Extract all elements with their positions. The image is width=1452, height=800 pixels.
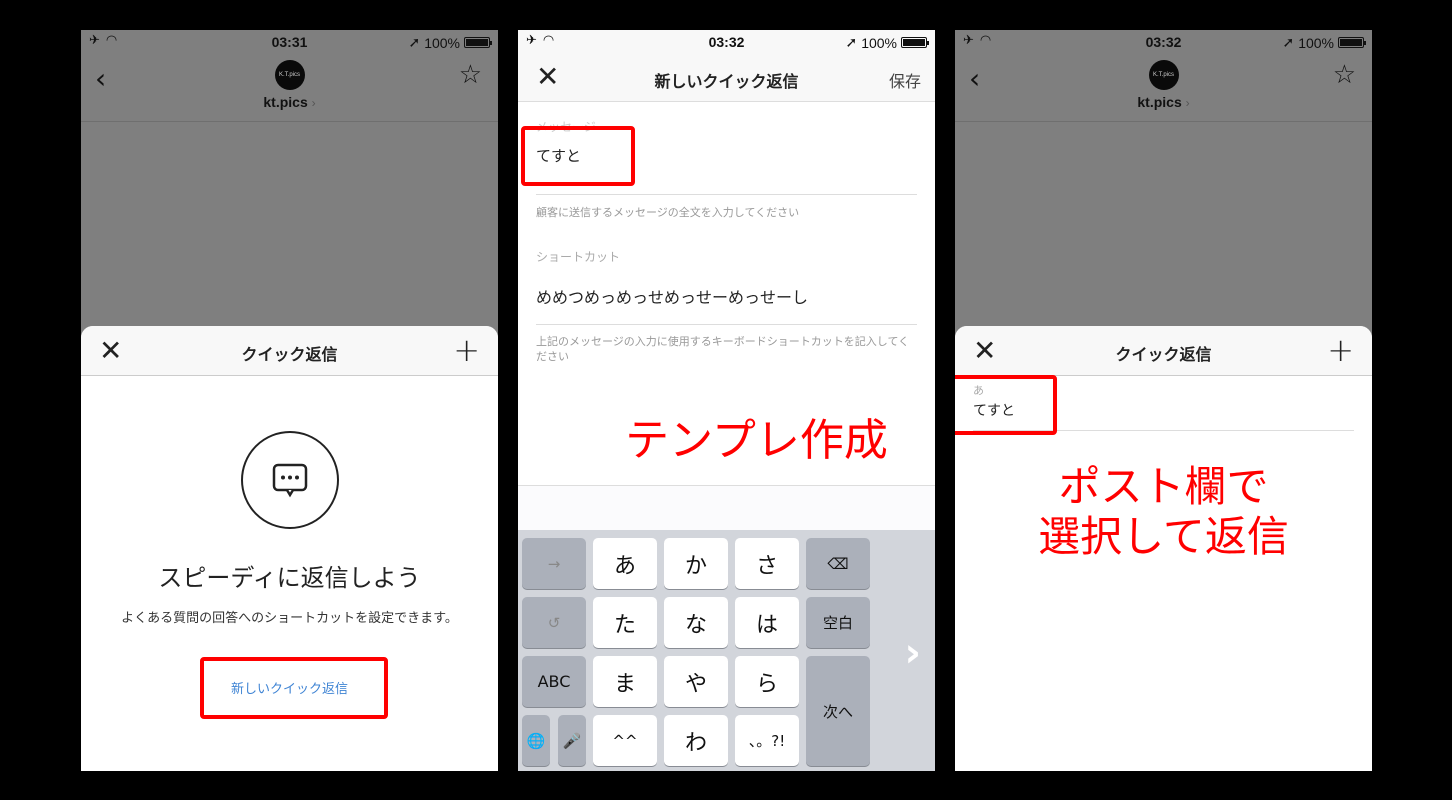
username[interactable]: kt.pics › xyxy=(81,94,498,110)
username-text: kt.pics xyxy=(263,94,308,110)
shortcut-input[interactable]: めめつめっめっせめっせーめっせーし xyxy=(536,284,808,308)
save-button[interactable]: 保存 xyxy=(889,68,921,92)
key-ha[interactable]: は xyxy=(735,597,799,648)
star-icon[interactable]: ☆ xyxy=(459,60,482,90)
username-text: kt.pics xyxy=(1137,94,1182,110)
location-icon: ➚ xyxy=(1282,34,1295,50)
sheet-header: ✕ クイック返信 + xyxy=(81,326,498,376)
status-bar: ✈ ◠ 03:32 ➚ 100% xyxy=(955,30,1372,54)
sheet-title: クイック返信 xyxy=(241,345,338,364)
key-emoticon[interactable]: ^^ xyxy=(593,715,657,766)
username[interactable]: kt.pics › xyxy=(955,94,1372,110)
highlight-box xyxy=(200,657,388,719)
key-undo[interactable]: ↺ xyxy=(522,597,586,648)
profile-header: ‹ K.T.pics kt.pics › ☆ xyxy=(955,54,1372,122)
status-bar: ✈ ◠ 03:31 ➚ 100% xyxy=(81,30,498,54)
key-next[interactable]: 次へ xyxy=(806,656,870,766)
key-sa[interactable]: さ xyxy=(735,538,799,589)
empty-description: よくある質問の回答へのショートカットを設定できます。 xyxy=(121,611,458,626)
key-na[interactable]: な xyxy=(664,597,728,648)
key-ka[interactable]: か xyxy=(664,538,728,589)
nav-title: 新しいクイック返信 xyxy=(654,72,799,91)
sheet-header: ✕ クイック返信 + xyxy=(955,326,1372,376)
key-a[interactable]: あ xyxy=(593,538,657,589)
battery-percent: 100% xyxy=(861,34,897,51)
highlight-box xyxy=(955,375,1057,435)
battery-percent: 100% xyxy=(1298,34,1334,51)
location-icon: ➚ xyxy=(845,34,858,50)
microphone-icon[interactable]: 🎤 xyxy=(558,715,586,766)
annotation-line2: 選択して返信 xyxy=(1038,512,1289,561)
chevron-right-icon: › xyxy=(311,96,316,110)
chevron-right-icon: › xyxy=(1185,96,1190,110)
location-icon: ➚ xyxy=(408,34,421,50)
back-icon[interactable]: ‹ xyxy=(969,62,980,95)
key-ya[interactable]: や xyxy=(664,656,728,707)
nav-bar: ✕ 新しいクイック返信 保存 xyxy=(518,54,935,102)
screen-new-quick-reply: ✈ ◠ 03:32 ➚ 100% ✕ 新しいクイック返信 保存 メッセージ てすと … xyxy=(518,30,935,771)
shortcut-help: 上記のメッセージの入力に使用するキーボードショートカットを記入してください xyxy=(536,335,910,363)
avatar[interactable]: K.T.pics xyxy=(1148,60,1179,90)
key-arrow-right[interactable]: → xyxy=(522,538,586,589)
screen-quick-reply-list: ✈ ◠ 03:32 ➚ 100% ‹ K.T.pics kt.pics › ☆ ✕ … xyxy=(955,30,1372,771)
divider xyxy=(536,324,917,325)
key-abc[interactable]: ABC xyxy=(522,656,586,707)
status-bar: ✈ ◠ 03:32 ➚ 100% xyxy=(518,30,935,54)
avatar[interactable]: K.T.pics xyxy=(274,60,305,90)
battery-icon xyxy=(901,37,929,48)
add-icon[interactable]: + xyxy=(453,331,480,369)
key-space[interactable]: 空白 xyxy=(806,597,870,648)
star-icon[interactable]: ☆ xyxy=(1333,60,1356,90)
shortcut-label: ショートカット xyxy=(536,250,621,264)
key-ma[interactable]: ま xyxy=(593,656,657,707)
key-ta[interactable]: た xyxy=(593,597,657,648)
highlight-box xyxy=(521,126,635,186)
profile-header: ‹ K.T.pics kt.pics › ☆ xyxy=(81,54,498,122)
key-punctuation[interactable]: 、。?! xyxy=(735,715,799,766)
battery-percent: 100% xyxy=(424,34,460,51)
chat-bubble-icon xyxy=(240,431,339,529)
sheet-title: クイック返信 xyxy=(1115,345,1212,364)
back-icon[interactable]: ‹ xyxy=(95,62,106,95)
add-icon[interactable]: + xyxy=(1327,331,1354,369)
battery-icon xyxy=(464,37,492,48)
keyboard: → あ か さ ⌫ ↺ た な は 空白 ABC ま や ら 次へ 🌐 🎤 ^^… xyxy=(518,530,935,771)
empty-headline: スピーディに返信しよう xyxy=(158,564,421,592)
screen-quick-reply-empty: ✈ ◠ 03:31 ➚ 100% ‹ K.T.pics kt.pics › ☆ ✕ … xyxy=(81,30,498,771)
battery-icon xyxy=(1338,37,1366,48)
keyboard-accessory-bar xyxy=(518,485,935,530)
globe-icon[interactable]: 🌐 xyxy=(522,715,550,766)
annotation-template-create: テンプレ作成 xyxy=(625,415,888,466)
chevron-right-icon[interactable]: › xyxy=(905,630,921,676)
key-wa[interactable]: わ xyxy=(664,715,728,766)
key-delete[interactable]: ⌫ xyxy=(806,538,870,589)
message-help: 顧客に送信するメッセージの全文を入力してください xyxy=(536,206,800,219)
key-ra[interactable]: ら xyxy=(735,656,799,707)
annotation-line1: ポスト欄で xyxy=(1058,462,1269,511)
divider xyxy=(536,194,917,195)
